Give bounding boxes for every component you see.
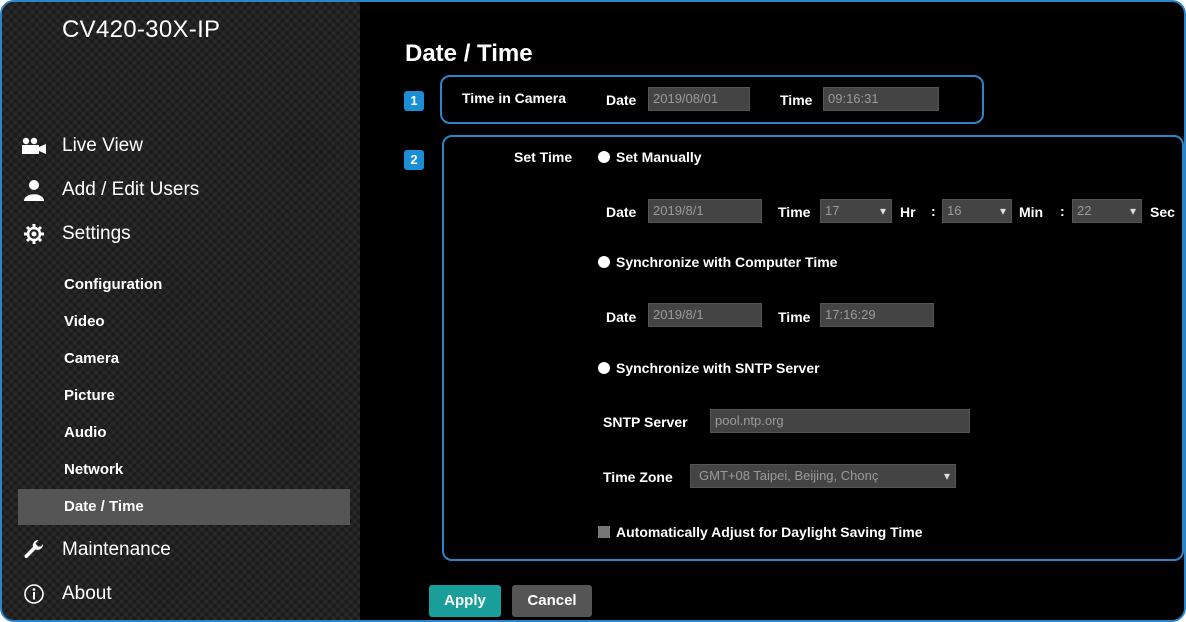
hr-label: Hr	[900, 204, 916, 220]
gear-icon	[20, 222, 48, 246]
hour-select[interactable]: 17	[820, 199, 892, 223]
manual-date-input[interactable]: 2019/8/1	[648, 199, 762, 223]
set-manually-label: Set Manually	[616, 149, 702, 165]
apply-button[interactable]: Apply	[429, 585, 501, 617]
nav-maintenance[interactable]: Maintenance	[20, 538, 171, 562]
main-content: Date / Time 1 Time in Camera Date 2019/0…	[360, 2, 1184, 620]
computer-time-label: Time	[778, 309, 811, 325]
computer-time-field: 17:16:29	[820, 303, 934, 327]
set-manually-radio[interactable]	[598, 151, 610, 163]
wrench-icon	[20, 538, 48, 562]
nav-camera[interactable]: Camera	[64, 350, 119, 367]
model-name: CV420-30X-IP	[62, 16, 221, 43]
sntp-server-input[interactable]: pool.ntp.org	[710, 409, 970, 433]
dst-label: Automatically Adjust for Daylight Saving…	[616, 524, 923, 540]
nav-add-edit-users[interactable]: Add / Edit Users	[20, 178, 199, 202]
section-badge-2: 2	[404, 150, 424, 170]
cancel-button[interactable]: Cancel	[512, 585, 592, 617]
nav-picture[interactable]: Picture	[64, 387, 115, 404]
nav-about-label: About	[62, 583, 112, 604]
manual-time-label: Time	[778, 204, 811, 220]
set-time-label: Set Time	[514, 149, 573, 165]
info-icon	[20, 582, 48, 606]
nav-add-edit-users-label: Add / Edit Users	[62, 179, 200, 200]
nav-live-view-label: Live View	[62, 135, 143, 156]
minute-select[interactable]: 16	[942, 199, 1012, 223]
camera-date-field: 2019/08/01	[648, 87, 750, 111]
nav-date-time[interactable]: Date / Time	[64, 498, 144, 515]
nav-maintenance-label: Maintenance	[62, 539, 171, 560]
min-label: Min	[1019, 204, 1044, 220]
user-icon	[20, 178, 48, 202]
nav-about[interactable]: About	[20, 582, 112, 606]
sync-sntp-label: Synchronize with SNTP Server	[616, 360, 820, 376]
min-colon: :	[1060, 203, 1065, 219]
nav-live-view[interactable]: Live View	[20, 134, 143, 158]
camera-time-field: 09:16:31	[823, 87, 939, 111]
sync-computer-radio[interactable]	[598, 256, 610, 268]
time-zone-select[interactable]: GMT+08 Taipei, Beijing, Chonç	[690, 464, 956, 488]
computer-date-label: Date	[606, 309, 637, 325]
sec-label: Sec	[1150, 204, 1175, 220]
section-badge-1: 1	[404, 91, 424, 111]
nav-configuration[interactable]: Configuration	[64, 276, 162, 293]
sync-computer-label: Synchronize with Computer Time	[616, 254, 838, 270]
hr-colon: :	[931, 203, 936, 219]
dst-checkbox[interactable]	[598, 526, 610, 538]
time-in-camera-label: Time in Camera	[462, 90, 567, 106]
camera-date-label: Date	[606, 92, 637, 108]
camera-time-label: Time	[780, 92, 813, 108]
second-select[interactable]: 22	[1072, 199, 1142, 223]
nav-audio[interactable]: Audio	[64, 424, 107, 441]
sntp-server-label: SNTP Server	[603, 414, 688, 430]
nav-settings-label: Settings	[62, 223, 131, 244]
page-title: Date / Time	[405, 40, 533, 67]
camera-icon	[20, 134, 48, 158]
manual-date-label: Date	[606, 204, 637, 220]
nav-video[interactable]: Video	[64, 313, 105, 330]
sidebar: CV420-30X-IP Live View Add / Edit Users	[2, 2, 360, 620]
computer-date-field: 2019/8/1	[648, 303, 762, 327]
time-zone-label: Time Zone	[603, 469, 673, 485]
nav-settings[interactable]: Settings	[20, 222, 131, 246]
app-window: CV420-30X-IP Live View Add / Edit Users	[0, 0, 1186, 622]
nav-network[interactable]: Network	[64, 461, 123, 478]
sync-sntp-radio[interactable]	[598, 362, 610, 374]
